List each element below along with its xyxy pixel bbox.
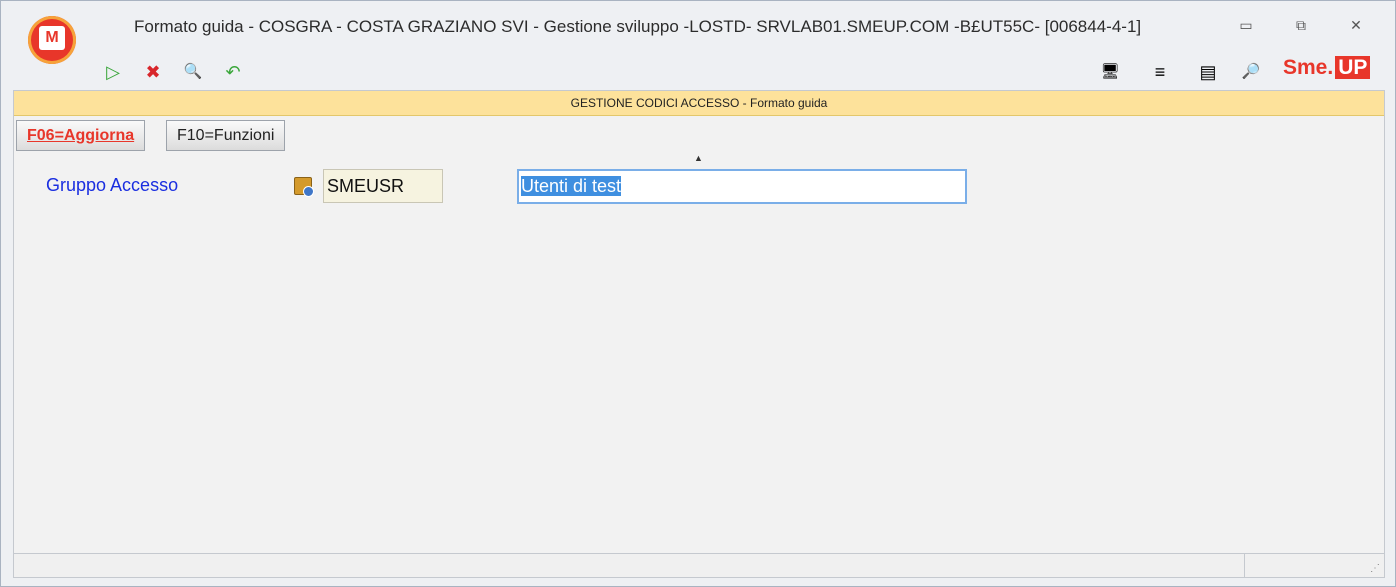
gruppo-code-field[interactable]: SMEUSR	[323, 169, 443, 203]
window-title: Formato guida - COSGRA - COSTA GRAZIANO …	[134, 17, 1142, 36]
list-icon[interactable]: ≡	[1148, 60, 1172, 84]
monitor-icon[interactable]: 🖥	[1098, 60, 1122, 84]
description-text: Utenti di test	[521, 176, 622, 196]
application-window: M Formato guida - COSGRA - COSTA GRAZIAN…	[0, 0, 1396, 587]
cancel-icon[interactable]: ✖	[141, 60, 165, 84]
main-panel: GESTIONE CODICI ACCESSO - Formato guida …	[13, 90, 1385, 578]
sort-caret-icon[interactable]: ▲	[694, 153, 703, 163]
info-lookup-icon[interactable]	[294, 177, 314, 197]
zoom-icon[interactable]: 🔍	[181, 60, 205, 84]
smeup-logo-highlight: UP	[1335, 56, 1371, 79]
f10-functions-button[interactable]: F10=Funzioni	[166, 120, 286, 151]
documents-icon[interactable]: ▤	[1196, 60, 1220, 84]
gruppo-accesso-label: Gruppo Accesso	[46, 175, 179, 195]
minimize-button[interactable]: ▭	[1231, 13, 1261, 37]
magnifier-icon[interactable]: 🔎	[1239, 60, 1263, 84]
panel-header: GESTIONE CODICI ACCESSO - Formato guida	[14, 91, 1384, 116]
run-icon[interactable]: ▷	[101, 60, 125, 84]
undo-icon[interactable]: ↶	[221, 60, 245, 84]
close-button[interactable]: ✕	[1341, 13, 1371, 37]
f06-update-button[interactable]: F06=Aggiorna	[16, 120, 146, 151]
app-logo-letter: M	[39, 26, 65, 50]
status-separator	[1244, 554, 1245, 577]
title-bar[interactable]: M Formato guida - COSGRA - COSTA GRAZIAN…	[1, 1, 1395, 64]
status-bar: ⋰	[14, 553, 1384, 577]
resize-grip-icon[interactable]: ⋰	[1370, 563, 1380, 574]
smeup-logo-text: Sme.	[1283, 56, 1334, 79]
description-input[interactable]: Utenti di test	[517, 169, 967, 204]
app-logo-icon[interactable]: M	[28, 16, 76, 64]
restore-button[interactable]: ⧉	[1286, 13, 1316, 37]
smeup-logo: Sme. UP	[1283, 56, 1371, 88]
